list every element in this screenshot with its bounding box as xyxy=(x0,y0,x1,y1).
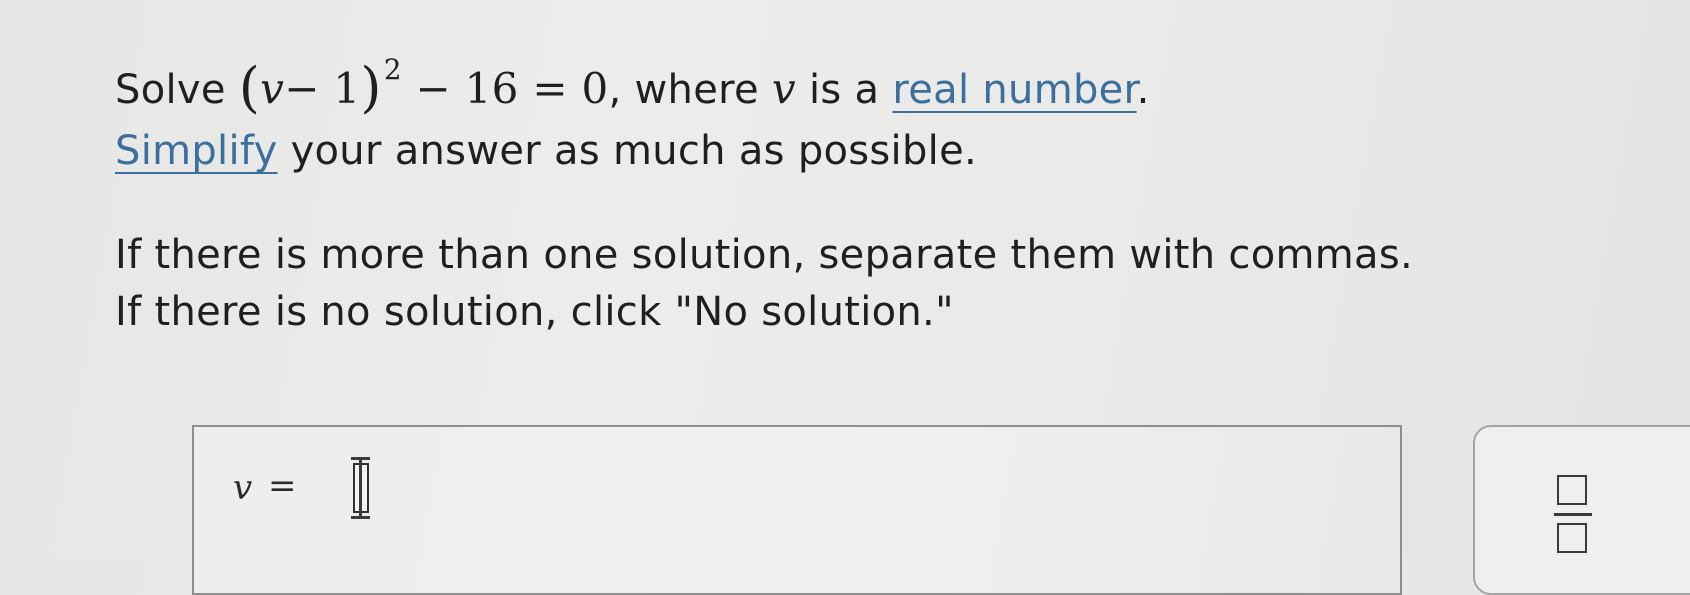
real-number-link[interactable]: real number xyxy=(892,67,1136,113)
fraction-denominator-box xyxy=(1557,523,1587,553)
fraction-icon[interactable] xyxy=(1554,475,1592,559)
is-a-text: is a xyxy=(808,67,880,113)
simplify-rest: your answer as much as possible. xyxy=(290,128,977,174)
solve-word: Solve xyxy=(115,67,226,113)
minus-one: − 1 xyxy=(284,64,361,113)
fraction-bar xyxy=(1554,513,1592,516)
fraction-numerator-box xyxy=(1557,475,1587,505)
no-solution-instruction: If there is no solution, click "No solut… xyxy=(115,289,954,335)
variable-inline: v xyxy=(771,64,796,113)
text-cursor-icon xyxy=(347,455,375,521)
period: . xyxy=(1136,67,1150,113)
exponent: 2 xyxy=(383,53,402,86)
equation: (v− 1)2 − 16 = 0 xyxy=(239,53,609,119)
open-paren: ( xyxy=(238,56,261,119)
answer-variable: v xyxy=(233,468,253,508)
close-paren: ) xyxy=(360,56,382,119)
equation-rest: − 16 = 0 xyxy=(415,64,609,113)
equation-variable: v xyxy=(260,64,285,113)
multiple-solution-instruction: If there is more than one solution, sepa… xyxy=(115,232,1413,278)
problem-statement: Solve (v− 1)2 − 16 = 0, where v is a rea… xyxy=(115,53,1150,119)
simplify-instruction: Simplify your answer as much as possible… xyxy=(115,128,977,174)
answer-equals: = xyxy=(268,466,297,506)
where-text: , where xyxy=(608,67,759,113)
simplify-link[interactable]: Simplify xyxy=(115,128,278,174)
